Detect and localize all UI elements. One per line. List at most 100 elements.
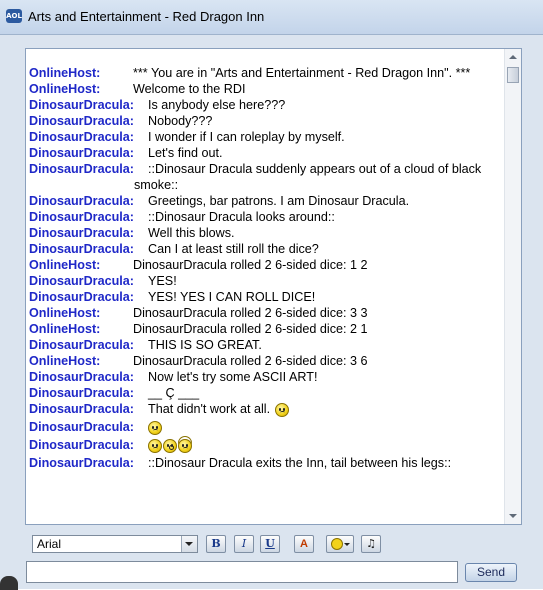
- chat-message: DinosaurDracula: Can I at least still rol…: [29, 241, 503, 257]
- chat-message: DinosaurDracula: __ Ç ___: [29, 385, 503, 401]
- chat-message: DinosaurDracula:::Dinosaur Dracula exits…: [29, 455, 503, 471]
- message-sender: DinosaurDracula:: [29, 242, 134, 256]
- message-text-content: smoke::: [134, 178, 179, 192]
- message-sender: DinosaurDracula:: [29, 274, 134, 288]
- message-sender: OnlineHost:: [29, 306, 101, 320]
- chat-message: OnlineHost: DinosaurDracula rolled 2 6-si…: [29, 257, 503, 273]
- message-sender: OnlineHost:: [29, 354, 101, 368]
- message-sender: DinosaurDracula:: [29, 402, 134, 416]
- chat-message: OnlineHost: *** You are in "Arts and Ente…: [29, 65, 503, 81]
- message-sender: DinosaurDracula:: [29, 370, 134, 384]
- corner-overlay-icon: [0, 576, 18, 590]
- message-text-content: ::Dinosaur Dracula exits the Inn, tail b…: [148, 456, 452, 470]
- message-text-content: Well this blows.: [148, 226, 235, 240]
- message-text-content: Greetings, bar patrons. I am Dinosaur Dr…: [148, 194, 410, 208]
- message-text-content: That didn't work at all.: [148, 402, 271, 416]
- text-color-icon: A: [300, 538, 308, 550]
- chat-message: DinosaurDracula:::Dinosaur Dracula sudde…: [29, 161, 503, 177]
- chevron-down-icon[interactable]: [181, 536, 197, 552]
- font-dropdown-value: Arial: [37, 537, 62, 551]
- message-sender: OnlineHost:: [29, 322, 101, 336]
- chat-message: DinosaurDracula: Let's find out.: [29, 145, 503, 161]
- message-text-content: DinosaurDracula rolled 2 6-sided dice: 3…: [133, 354, 368, 368]
- scroll-down-icon[interactable]: [509, 514, 517, 518]
- halo-smiley-icon: [178, 438, 192, 453]
- message-text-content: DinosaurDracula rolled 2 6-sided dice: 3…: [133, 306, 368, 320]
- message-sender: DinosaurDracula:: [29, 98, 134, 112]
- chevron-down-icon: [343, 542, 350, 546]
- scroll-thumb[interactable]: [507, 67, 519, 83]
- message-sender: DinosaurDracula:: [29, 290, 134, 304]
- chat-message: OnlineHost: DinosaurDracula rolled 2 6-si…: [29, 321, 503, 337]
- message-text-content: *** You are in "Arts and Entertainment -…: [133, 66, 471, 80]
- chat-message: OnlineHost: DinosaurDracula rolled 2 6-si…: [29, 353, 503, 369]
- message-text-content: Nobody???: [148, 114, 213, 128]
- message-sender: DinosaurDracula:: [29, 210, 134, 224]
- chat-message: OnlineHost: DinosaurDracula rolled 2 6-si…: [29, 305, 503, 321]
- chat-message: DinosaurDracula:: [29, 437, 503, 455]
- chat-message: DinosaurDracula: YES! YES I CAN ROLL DICE…: [29, 289, 503, 305]
- message-text-content: ::Dinosaur Dracula looks around::: [148, 210, 335, 224]
- emoticon-group: [148, 438, 192, 453]
- music-note-icon: ♫: [366, 537, 376, 550]
- message-text-content: THIS IS SO GREAT.: [148, 338, 262, 352]
- chat-messages: OnlineHost: *** You are in "Arts and Ente…: [29, 65, 503, 471]
- chat-message: smoke::: [29, 177, 503, 193]
- chat-log[interactable]: OnlineHost: *** You are in "Arts and Ente…: [25, 48, 522, 525]
- chat-message: DinosaurDracula: That didn't work at all.: [29, 401, 503, 419]
- emoticon-group: [148, 420, 162, 435]
- chat-message: DinosaurDracula: Nobody???: [29, 113, 503, 129]
- chat-scrollbar[interactable]: [504, 49, 521, 524]
- message-sender: OnlineHost:: [29, 82, 101, 96]
- message-input[interactable]: [26, 561, 458, 583]
- bold-button[interactable]: B: [206, 535, 226, 553]
- message-sender: DinosaurDracula:: [29, 226, 134, 240]
- message-sender: DinosaurDracula:: [29, 194, 134, 208]
- chat-window: AOL Arts and Entertainment - Red Dragon …: [0, 0, 543, 590]
- text-color-button[interactable]: A: [294, 535, 314, 553]
- send-button[interactable]: Send: [465, 563, 517, 582]
- message-text: smoke::: [29, 177, 503, 193]
- message-text-content: I wonder if I can roleplay by myself.: [148, 130, 345, 144]
- italic-button[interactable]: I: [234, 535, 254, 553]
- message-sender: DinosaurDracula:: [29, 438, 134, 452]
- message-sender: DinosaurDracula:: [29, 114, 134, 128]
- font-dropdown[interactable]: Arial: [32, 535, 198, 553]
- message-sender: DinosaurDracula:: [29, 420, 134, 434]
- message-text-content: YES!: [148, 274, 177, 288]
- chat-message: DinosaurDracula:::Dinosaur Dracula looks…: [29, 209, 503, 225]
- message-sender: OnlineHost:: [29, 258, 101, 272]
- emoticon-group: [275, 402, 290, 417]
- frown-smiley-icon: [275, 402, 290, 417]
- chat-message: DinosaurDracula: Is anybody else here???: [29, 97, 503, 113]
- title-bar: AOL Arts and Entertainment - Red Dragon …: [0, 0, 543, 35]
- window-title: Arts and Entertainment - Red Dragon Inn: [28, 9, 265, 24]
- sound-button[interactable]: ♫: [361, 535, 381, 553]
- message-text-content: Is anybody else here???: [148, 98, 286, 112]
- surprise-smiley-icon: [163, 438, 177, 453]
- message-sender: DinosaurDracula:: [29, 386, 134, 400]
- chat-message: DinosaurDracula: YES!: [29, 273, 503, 289]
- message-sender: DinosaurDracula:: [29, 162, 134, 176]
- frown-smiley-icon: [148, 420, 162, 435]
- chat-message: DinosaurDracula: THIS IS SO GREAT.: [29, 337, 503, 353]
- chat-message: DinosaurDracula:: [29, 419, 503, 437]
- message-sender: OnlineHost:: [29, 66, 101, 80]
- chat-message: DinosaurDracula: Well this blows.: [29, 225, 503, 241]
- smiley-icon: [330, 538, 343, 550]
- chat-message: DinosaurDracula: Greetings, bar patrons. …: [29, 193, 503, 209]
- chat-message: OnlineHost: Welcome to the RDI: [29, 81, 503, 97]
- emoticon-button[interactable]: [326, 535, 354, 553]
- message-text-content: ::Dinosaur Dracula suddenly appears out …: [148, 162, 482, 176]
- message-text-content: Let's find out.: [148, 146, 223, 160]
- message-sender: DinosaurDracula:: [29, 130, 134, 144]
- underline-button[interactable]: U: [260, 535, 280, 553]
- message-sender: DinosaurDracula:: [29, 338, 134, 352]
- message-text-content: Can I at least still roll the dice?: [148, 242, 319, 256]
- message-text-content: Welcome to the RDI: [133, 82, 246, 96]
- message-sender: DinosaurDracula:: [29, 146, 134, 160]
- frown-smiley-icon: [148, 438, 162, 453]
- message-text-content: DinosaurDracula rolled 2 6-sided dice: 2…: [133, 322, 368, 336]
- chat-message: DinosaurDracula: I wonder if I can rolepl…: [29, 129, 503, 145]
- scroll-up-icon[interactable]: [509, 55, 517, 59]
